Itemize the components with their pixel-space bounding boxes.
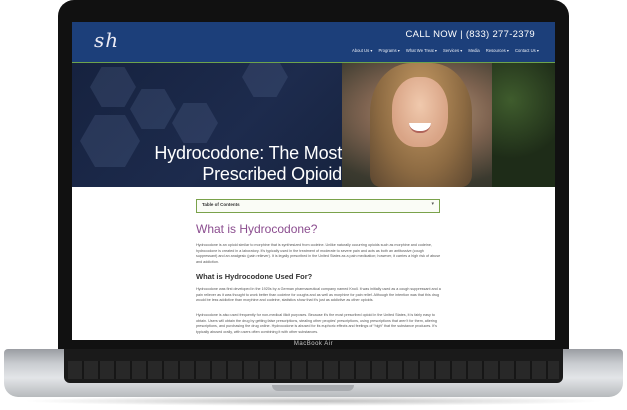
hexagon-decoration — [90, 67, 136, 107]
laptop-screen: sh CALL NOW | (833) 277-2379 About Us ▾ … — [72, 22, 555, 340]
nav-item-programs[interactable]: Programs ▾ — [378, 48, 399, 53]
article-content: Table of Contents ▾ What is Hydrocodone?… — [72, 187, 555, 340]
hexagon-decoration — [172, 103, 218, 143]
nav-item-resources[interactable]: Resources ▾ — [486, 48, 509, 53]
hexagon-decoration — [242, 63, 288, 97]
nav-item-about-us[interactable]: About Us ▾ — [352, 48, 373, 53]
keyboard-keys — [68, 361, 559, 379]
nav-item-media[interactable]: Media — [468, 48, 479, 53]
main-nav: About Us ▾ Programs ▾ What We Treat ▾ Se… — [352, 48, 539, 53]
call-now-link[interactable]: CALL NOW | (833) 277-2379 — [406, 29, 535, 40]
article-paragraph: Hydrocodone was first developed in the 1… — [196, 287, 441, 303]
site-logo[interactable]: sh — [94, 28, 119, 52]
device-label: MacBook Air — [293, 341, 334, 347]
laptop-base — [4, 349, 623, 397]
site-header: sh CALL NOW | (833) 277-2379 About Us ▾ … — [72, 22, 555, 62]
article-paragraph: Hydrocodone is an opioid similar to morp… — [196, 243, 441, 264]
chevron-down-icon: ▾ — [431, 201, 434, 207]
plant-background — [492, 63, 555, 187]
toc-label: Table of Contents — [202, 202, 240, 207]
section-heading: What is Hydrocodone Used For? — [196, 272, 313, 281]
lid-notch — [272, 385, 354, 391]
hero-photo-woman — [342, 63, 555, 187]
photo-face — [392, 77, 448, 147]
table-of-contents-toggle[interactable]: Table of Contents ▾ — [196, 199, 440, 213]
hero-title: Hydrocodone: The Most Prescribed Opioid — [154, 143, 342, 184]
nav-item-contact-us[interactable]: Contact Us ▾ — [515, 48, 539, 53]
hexagon-decoration — [80, 115, 140, 167]
article-heading: What is Hydrocodone? — [196, 222, 318, 236]
hexagon-decoration — [130, 89, 176, 129]
laptop-shadow — [20, 396, 607, 406]
hero-banner: Hydrocodone: The Most Prescribed Opioid — [72, 63, 555, 187]
article-paragraph: Hydrocodone is also used frequently for … — [196, 313, 437, 334]
nav-item-services[interactable]: Services ▾ — [443, 48, 462, 53]
nav-item-what-we-treat[interactable]: What We Treat ▾ — [406, 48, 437, 53]
